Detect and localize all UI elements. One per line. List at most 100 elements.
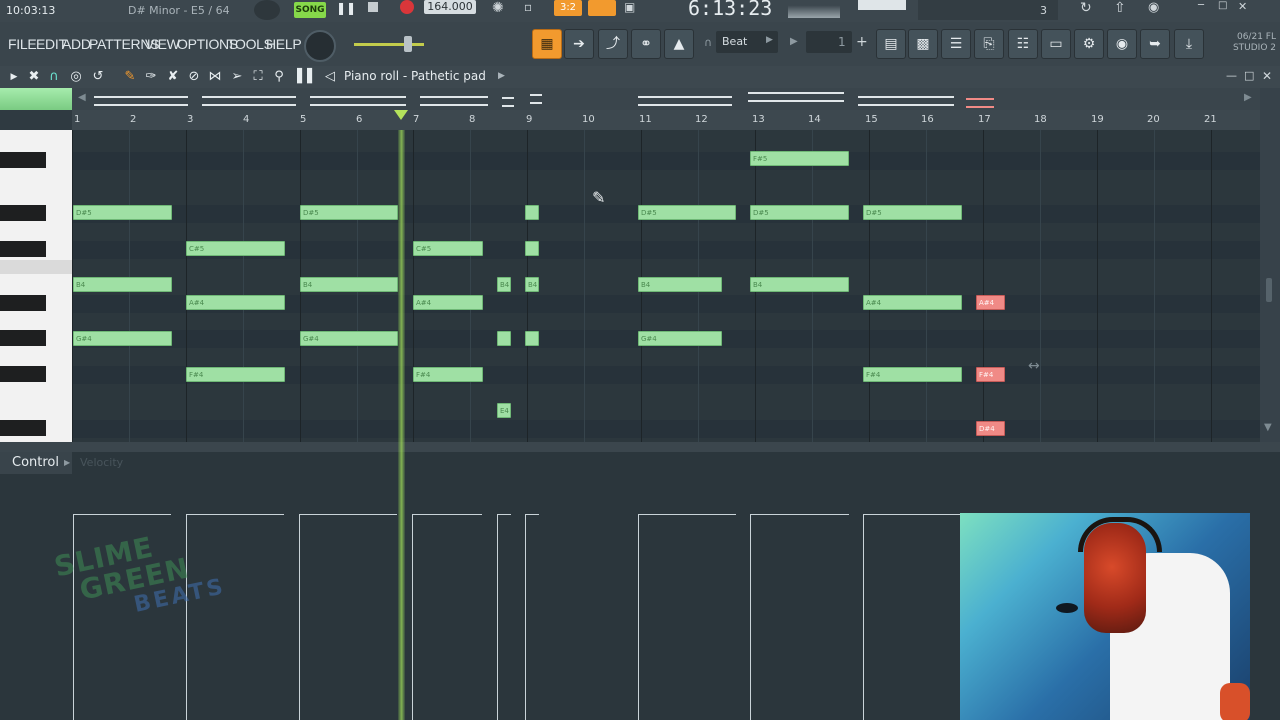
zoom-tool-icon[interactable]: ⚲	[271, 69, 287, 85]
note[interactable]: C#5	[413, 241, 483, 256]
note[interactable]: F#4	[186, 367, 285, 382]
note[interactable]: E4	[497, 403, 511, 418]
loop-record-icon[interactable]: ▣	[624, 0, 648, 16]
step-edit-icon[interactable]	[588, 0, 616, 16]
note[interactable]: B4	[73, 277, 172, 292]
pr-minimize-icon[interactable]: —	[1226, 69, 1237, 82]
master-knob[interactable]	[254, 0, 280, 20]
note-grid[interactable]: D#5 B4 G#4 C#5 A#4 F#4 D#5 B4 G#4 C#5 A#…	[72, 130, 1260, 442]
tempo-display[interactable]: 164.000	[424, 0, 476, 14]
menu-help[interactable]: HELP	[266, 36, 302, 52]
selected-note[interactable]: A#4	[976, 295, 1005, 310]
note[interactable]	[525, 241, 539, 256]
metronome-icon[interactable]: ✺	[492, 0, 514, 16]
velocity-bar[interactable]	[638, 514, 639, 720]
master-volume-handle[interactable]	[404, 36, 412, 52]
overview-strip[interactable]: ▶ ◀	[0, 88, 1280, 110]
wrench-icon[interactable]: ✖	[26, 69, 42, 85]
note[interactable]: B4	[497, 277, 511, 292]
note[interactable]: B4	[525, 277, 539, 292]
snap-ratio-button[interactable]: 3:2	[554, 0, 582, 16]
black-key[interactable]	[0, 152, 46, 168]
project-icon[interactable]: ▭	[1041, 29, 1071, 59]
black-key[interactable]	[0, 205, 46, 221]
upload-icon[interactable]: ⇧	[1114, 0, 1130, 16]
note[interactable]: D#5	[750, 205, 849, 220]
note[interactable]: G#4	[73, 331, 172, 346]
scroll-down-icon[interactable]: ▼	[1264, 422, 1272, 433]
download-icon[interactable]: ⤓	[1174, 29, 1204, 59]
note[interactable]: G#4	[638, 331, 722, 346]
mic-icon[interactable]: ◉	[1107, 29, 1137, 59]
magnet-icon[interactable]: ∩	[46, 69, 62, 85]
microphone-icon[interactable]: ◉	[1148, 0, 1164, 16]
fit-tool-icon[interactable]: ⛶	[250, 69, 266, 85]
piano-roll-icon[interactable]: ▩	[908, 29, 938, 59]
note[interactable]: A#4	[186, 295, 285, 310]
plus-icon[interactable]: +	[856, 34, 868, 50]
black-key[interactable]	[0, 241, 46, 257]
black-key[interactable]	[0, 420, 46, 436]
channel-rack-icon[interactable]: ☰	[941, 29, 971, 59]
menu-view[interactable]: VIEW	[145, 36, 180, 52]
vertical-scrollbar[interactable]: ▼	[1260, 88, 1280, 442]
paint-brush-icon[interactable]: ✑	[143, 69, 159, 85]
note[interactable]: D#5	[73, 205, 172, 220]
note[interactable]	[525, 205, 539, 220]
play-icon[interactable]: ▶	[790, 36, 798, 47]
title-arrow-icon[interactable]: ▶	[498, 71, 505, 81]
scroll-thumb[interactable]	[1266, 278, 1272, 302]
snap-selector[interactable]: Beat ▶	[716, 31, 778, 53]
note[interactable]: B4	[300, 277, 398, 292]
menu-arrow-icon[interactable]: ▶	[6, 69, 22, 85]
refresh-icon[interactable]: ↻	[1080, 0, 1096, 16]
link-icon[interactable]: ⚭	[631, 29, 661, 59]
velocity-bar[interactable]	[750, 514, 751, 720]
selected-note[interactable]: F#4	[976, 367, 1005, 382]
song-mode-button[interactable]: SONG	[294, 2, 326, 18]
note[interactable]: C#5	[186, 241, 285, 256]
brush-icon[interactable]: ⤴	[598, 29, 628, 59]
playhead-marker[interactable]	[394, 110, 408, 120]
pencil-icon[interactable]: ✎	[122, 69, 138, 85]
note[interactable]: F#4	[863, 367, 962, 382]
velocity-bar[interactable]	[497, 514, 498, 720]
piano-keyboard[interactable]	[0, 130, 72, 442]
slice-tool-icon[interactable]: ⋈	[207, 69, 223, 85]
record-icon[interactable]	[400, 0, 414, 14]
headphones-icon[interactable]: ∩	[704, 36, 712, 49]
note[interactable]: A#4	[863, 295, 962, 310]
pr-maximize-icon[interactable]: □	[1244, 69, 1254, 82]
black-key[interactable]	[0, 330, 46, 346]
control-selector[interactable]: Control ▶	[0, 452, 72, 474]
minimize-icon[interactable]: ─	[1198, 0, 1212, 12]
menu-add[interactable]: ADD	[62, 36, 91, 52]
bar-ruler[interactable]: 1 2 3 4 5 6 7 8 9 10 11 12 13 14 15 16 1…	[72, 110, 1260, 131]
velocity-bar[interactable]	[863, 514, 864, 720]
mute-tool-icon[interactable]: ⊘	[186, 69, 202, 85]
note[interactable]: G#4	[300, 331, 398, 346]
close-icon[interactable]: ✕	[1238, 0, 1252, 13]
note[interactable]: A#4	[413, 295, 483, 310]
pr-close-icon[interactable]: ✕	[1262, 69, 1272, 83]
note[interactable]: F#4	[413, 367, 483, 382]
delete-tool-icon[interactable]: ✘	[165, 69, 181, 85]
playhead[interactable]	[398, 130, 405, 720]
highlighted-key[interactable]	[0, 260, 72, 274]
mixer-icon[interactable]: ⎘	[974, 29, 1004, 59]
master-pitch-knob[interactable]	[304, 30, 336, 62]
note[interactable]	[525, 331, 539, 346]
note[interactable]: D#5	[638, 205, 736, 220]
black-key[interactable]	[0, 366, 46, 382]
playback-tool-icon[interactable]: ▐▐	[292, 69, 312, 85]
selected-note[interactable]: D#4	[976, 421, 1005, 436]
undo-icon[interactable]: ↺	[90, 69, 106, 85]
note[interactable]: D#5	[863, 205, 962, 220]
scroll-right-icon[interactable]: ▶	[1244, 92, 1252, 103]
master-volume-slider[interactable]	[354, 43, 424, 46]
velocity-bar[interactable]	[412, 514, 413, 720]
browser-icon[interactable]: ☷	[1008, 29, 1038, 59]
note[interactable]: D#5	[300, 205, 398, 220]
velocity-bar[interactable]	[525, 514, 526, 720]
black-key[interactable]	[0, 295, 46, 311]
